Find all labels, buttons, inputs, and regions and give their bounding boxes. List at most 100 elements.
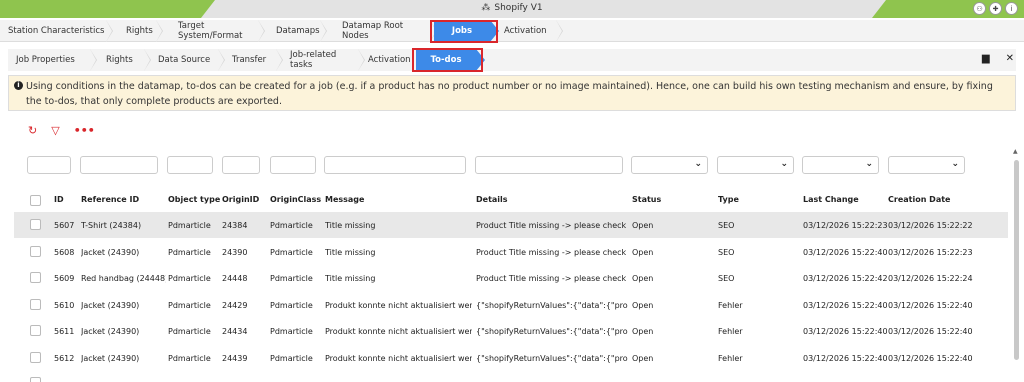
breadcrumb-sub-job-related-tasks[interactable]: Job-related tasks: [278, 49, 365, 71]
breadcrumb-top-datamaps[interactable]: Datamaps: [260, 20, 327, 42]
row-checkbox[interactable]: [30, 272, 41, 283]
cell-message: Title missing: [325, 274, 376, 283]
title-bar: ⁂ Shopify V1 ⚇ ✚ i: [0, 0, 1024, 18]
info-circle-icon: i: [14, 81, 23, 90]
column-header-origin-class[interactable]: OriginClass: [270, 195, 321, 204]
row-checkbox[interactable]: [30, 325, 41, 336]
cell-status: Open: [632, 327, 654, 336]
table-row[interactable]: 5609 Red handbag (24448) Pdmarticle 24448 Pd…: [14, 265, 1008, 291]
column-header-type[interactable]: Type: [718, 195, 739, 204]
cell-origin-class: Pdmarticle: [270, 353, 313, 363]
row-checkbox[interactable]: [30, 298, 41, 310]
cell-origin-id: 24439: [222, 353, 248, 363]
column-header-creation-date[interactable]: Creation Date: [888, 195, 950, 204]
breadcrumb-top-station-characteristics[interactable]: Station Characteristics: [0, 20, 113, 42]
more-icon[interactable]: •••: [74, 124, 95, 137]
table-row[interactable]: 5612 Jacket (24390) Pdmarticle 24439 Pdmarti…: [14, 345, 1008, 371]
filter-id-input[interactable]: [27, 156, 71, 174]
row-checkbox[interactable]: [30, 377, 41, 382]
column-header-message[interactable]: Message: [325, 195, 364, 204]
close-icon[interactable]: ✕: [1006, 53, 1014, 64]
cell-last-change: 03/12/2026 15:22:42: [803, 274, 887, 283]
breadcrumb-top-target-system[interactable]: Target System/Format: [158, 20, 265, 42]
cell-status: Open: [632, 300, 654, 310]
jobs-highlight-box: [430, 20, 498, 43]
cell-message: Produkt konnte nicht aktualisiert wer...: [325, 327, 472, 336]
cell-creation-date: 03/12/2026 15:22:24: [888, 274, 973, 283]
cell-details: {"shopifyReturnValues":{"data":{"prod...: [476, 353, 628, 363]
table-row[interactable]: 5610 Jacket (24390) Pdmarticle 24429 Pdmarti…: [14, 292, 1008, 318]
row-checkbox[interactable]: [30, 351, 41, 363]
select-all-checkbox[interactable]: [30, 195, 41, 206]
cell-last-change: 03/12/2026 15:22:40: [803, 300, 887, 310]
column-header-id[interactable]: ID: [54, 195, 64, 204]
cell-type: Fehler: [718, 327, 743, 336]
breadcrumb-sub-data-source[interactable]: Data Source: [146, 49, 225, 71]
cell-message: Title missing: [325, 221, 376, 230]
breadcrumb-sub-transfer[interactable]: Transfer: [220, 49, 283, 71]
filter-status-select[interactable]: ⌄: [631, 156, 708, 174]
table-row[interactable]: 5608 Jacket (24390) Pdmarticle 24390 Pdmarti…: [14, 239, 1008, 265]
row-checkbox[interactable]: [30, 219, 41, 230]
cell-object-type: Pdmarticle: [168, 327, 211, 336]
cell-origin-class: Pdmarticle: [270, 247, 313, 257]
scrollbar-thumb[interactable]: [1014, 160, 1019, 360]
breadcrumb-sub-activation[interactable]: Activation: [360, 49, 423, 71]
row-checkbox[interactable]: [30, 245, 41, 257]
filter-last-change-select[interactable]: ⌄: [802, 156, 879, 174]
cell-last-change: 03/12/2026 15:22:40: [803, 353, 887, 363]
breadcrumb-top-datamap-root-nodes[interactable]: Datamap Root Nodes: [322, 20, 437, 42]
cell-status: Open: [632, 274, 654, 283]
pin-icon[interactable]: ✚: [989, 2, 1002, 15]
cell-message: Produkt konnte nicht aktualisiert wer...: [325, 353, 472, 363]
filter-object-type-input[interactable]: [167, 156, 213, 174]
cell-object-type: Pdmarticle: [168, 221, 211, 230]
filter-reference-id-input[interactable]: [80, 156, 158, 174]
table-row[interactable]: 5611 Jacket (24390) Pdmarticle 24434 Pdmarti…: [14, 318, 1008, 344]
book-icon[interactable]: ▆: [982, 53, 990, 64]
filter-message-input[interactable]: [324, 156, 466, 174]
cell-object-type: Pdmarticle: [168, 274, 211, 283]
cell-status: Open: [632, 221, 654, 230]
cell-message: Produkt konnte nicht aktualisiert wer...: [325, 300, 472, 310]
column-header-object-type[interactable]: Object type: [168, 195, 220, 204]
vertical-scrollbar[interactable]: ▲: [1013, 148, 1019, 382]
info-icon[interactable]: i: [1005, 2, 1018, 15]
column-header-last-change[interactable]: Last Change: [803, 195, 859, 204]
cell-details: {"shopifyReturnValues":{"data":{"prod...: [476, 300, 628, 310]
chevron-down-icon: ⌄: [951, 159, 959, 169]
refresh-icon[interactable]: ↻: [28, 124, 37, 137]
filter-type-select[interactable]: ⌄: [717, 156, 794, 174]
breadcrumb-sub-rights[interactable]: Rights: [92, 49, 151, 71]
cell-type: SEO: [718, 274, 735, 283]
cell-id: 5609: [54, 274, 75, 283]
connection-icon[interactable]: ⚇: [973, 2, 986, 15]
breadcrumb-top-rights[interactable]: Rights: [108, 20, 163, 42]
filter-details-input[interactable]: [475, 156, 623, 174]
breadcrumb-sub-job-properties[interactable]: Job Properties: [8, 49, 97, 71]
cell-reference-id: Jacket (24390): [81, 247, 140, 257]
table-toolbar: ↻ ▽ •••: [28, 124, 95, 137]
column-header-origin-id[interactable]: OriginID: [222, 195, 259, 204]
cell-origin-id: 24429: [222, 300, 248, 310]
cell-creation-date: 03/12/2026 15:22:22: [888, 221, 973, 230]
filter-creation-date-select[interactable]: ⌄: [888, 156, 965, 174]
breadcrumb-top-activation[interactable]: Activation: [494, 20, 563, 42]
column-header-reference-id[interactable]: Reference ID: [81, 195, 139, 204]
cell-details: Product Title missing -> please check: [476, 274, 627, 283]
scroll-up-icon[interactable]: ▲: [1013, 148, 1018, 155]
cell-status: Open: [632, 353, 654, 363]
cell-origin-id: 24384: [222, 221, 248, 230]
filter-origin-id-input[interactable]: [222, 156, 260, 174]
table-row[interactable]: 5607 T-Shirt (24384) Pdmarticle 24384 Pdmart…: [14, 212, 1008, 238]
cell-last-change: 03/12/2026 15:22:23: [803, 221, 887, 230]
column-header-details[interactable]: Details: [476, 195, 508, 204]
filter-origin-class-input[interactable]: [270, 156, 316, 174]
filter-icon[interactable]: ▽: [51, 124, 59, 137]
cell-status: Open: [632, 247, 654, 257]
cell-reference-id: Jacket (24390): [81, 300, 140, 310]
column-header-status[interactable]: Status: [632, 195, 661, 204]
cell-reference-id: Jacket (24390): [81, 327, 140, 336]
cell-id: 5608: [54, 247, 75, 257]
info-banner: i Using conditions in the datamap, to-do…: [8, 75, 1016, 111]
